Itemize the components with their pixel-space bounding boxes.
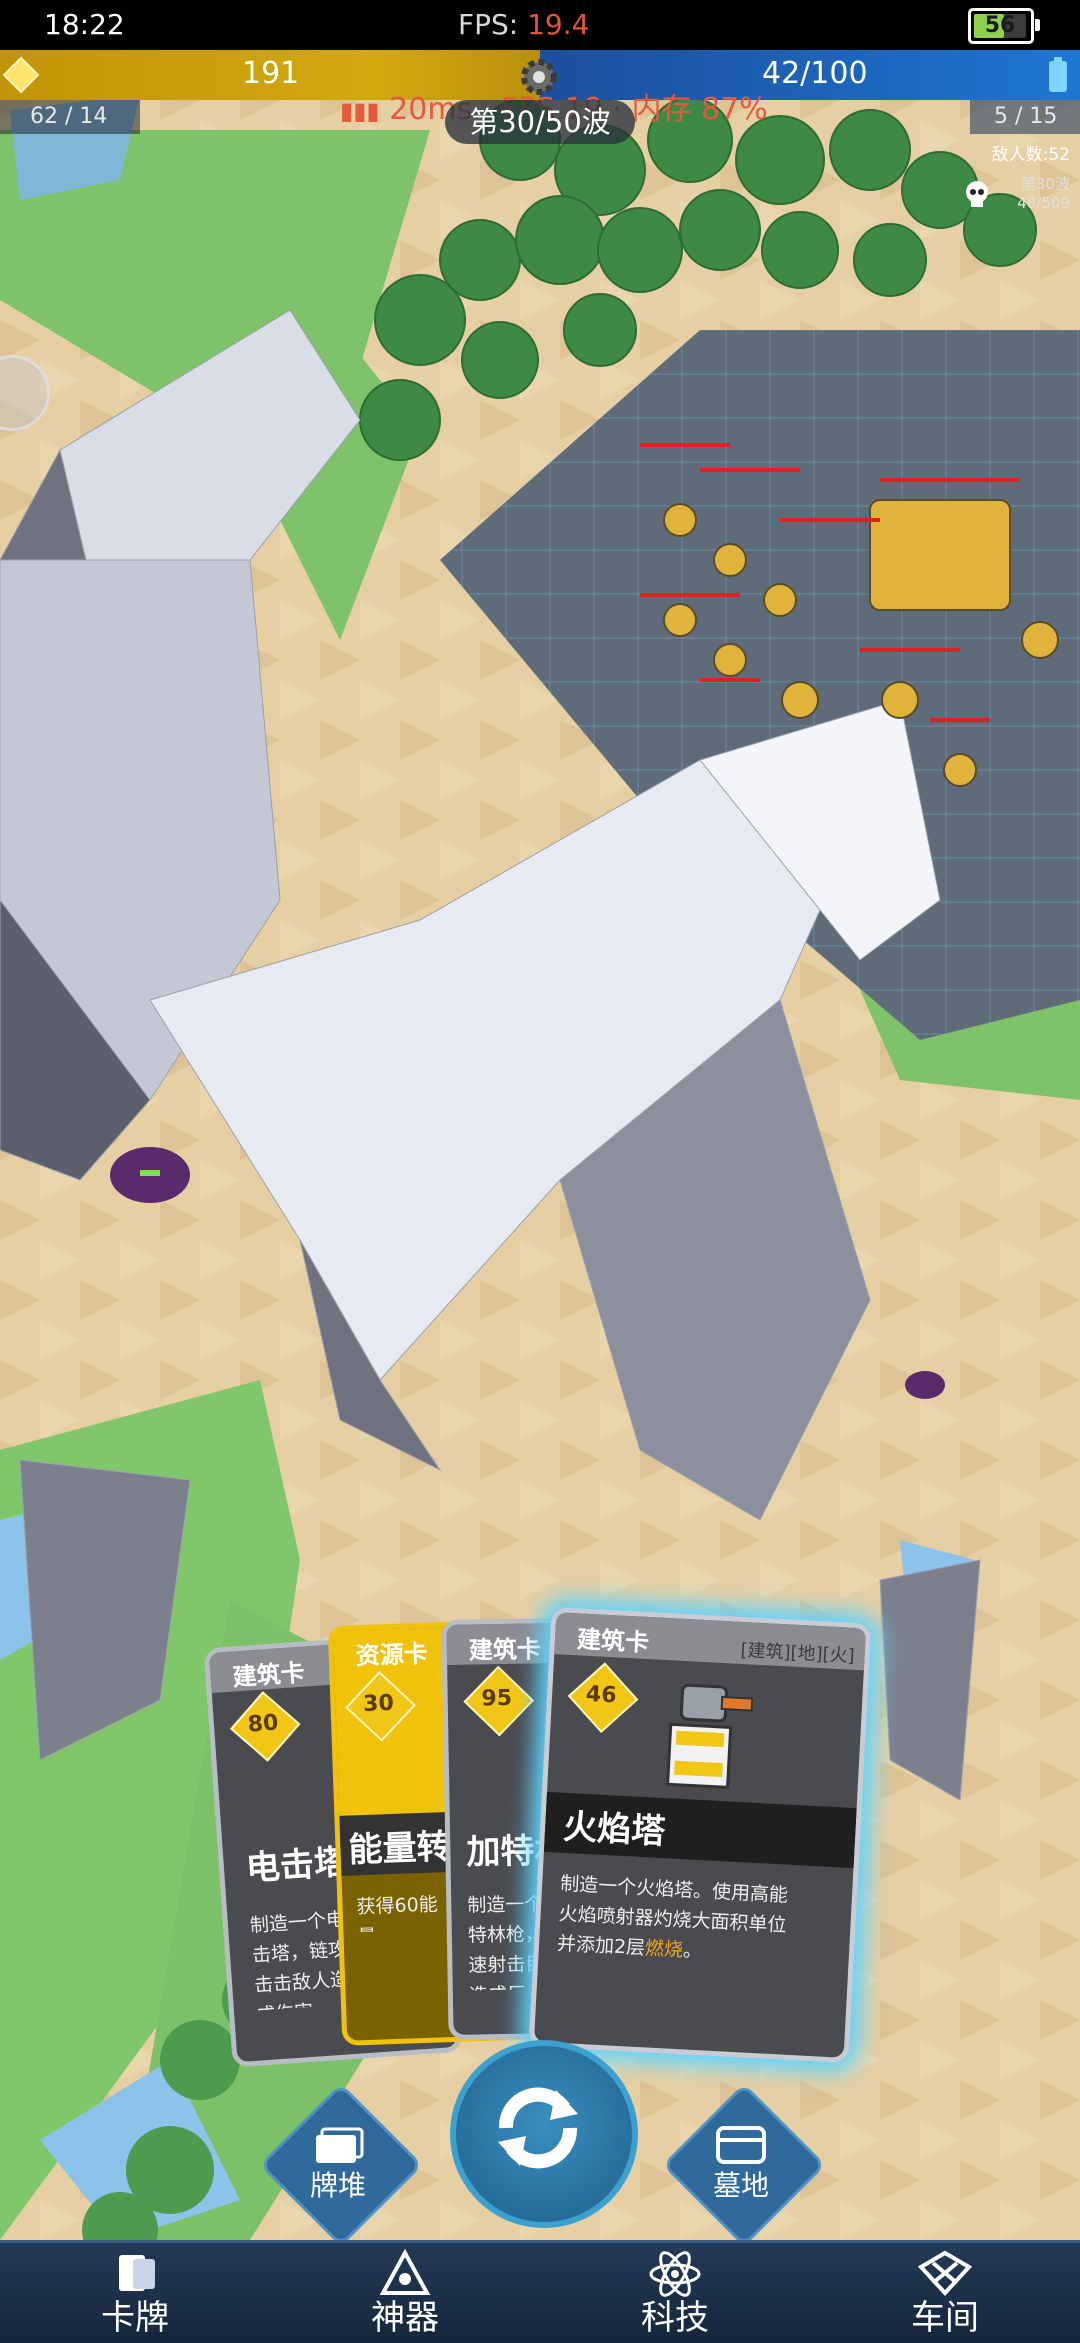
battery-energy-icon [1049, 57, 1067, 92]
skull-icon [966, 181, 988, 207]
enemy-panel: 敌人数:52 第30波 48/509 [962, 140, 1070, 218]
burn-keyword: 燃烧 [644, 1937, 684, 1962]
card-description: 制造一个火焰塔。使用高能 火焰喷射器灼烧大面积单位 并添加2层燃烧。 [556, 1872, 789, 1963]
gold-amount: 191 [242, 56, 300, 91]
card-cost: 46 [585, 1681, 618, 1709]
nav-tech[interactable]: 科技 [585, 2243, 765, 2343]
card-cost: 80 [246, 1710, 280, 1738]
battery-icon: 56 [968, 8, 1040, 44]
tower-counter: 5 / 15 [970, 100, 1080, 134]
card-cost: 95 [481, 1685, 513, 1712]
card-cost: 30 [362, 1690, 395, 1717]
gold-icon [2, 56, 40, 94]
card-flame-tower[interactable]: 建筑卡 [建筑][地][火] 46 火焰塔 制造一个火焰塔。使用高能 火焰喷射器… [528, 1606, 872, 2064]
nav-cards[interactable]: 卡牌 [45, 2243, 225, 2343]
fps-readout: FPS: 19.4 [458, 8, 590, 41]
card-type-label: 建筑卡 [468, 1635, 542, 1665]
refresh-icon [498, 2087, 578, 2169]
wave-indicator: 第30/50波 [445, 100, 635, 144]
flame-tower-icon [666, 1683, 754, 1789]
card-type-label: 建筑卡 [576, 1625, 650, 1658]
energy-amount: 42/100 [762, 56, 868, 91]
settings-gear-icon[interactable] [514, 52, 564, 102]
deck-label: 牌堆 [309, 2169, 366, 2202]
card-type-label: 资源卡 [355, 1639, 429, 1671]
card-description: 获得60能量 [356, 1893, 439, 1932]
clock: 18:22 [44, 8, 125, 41]
status-bar: 18:22 FPS: 19.4 56 [0, 0, 1080, 50]
graveyard-label: 墓地 [712, 2169, 769, 2202]
wallet-icon [716, 2126, 766, 2164]
card-name: 能量转 [347, 1827, 450, 1871]
nav-artifacts[interactable]: 神器 [315, 2243, 495, 2343]
card-name: 火焰塔 [562, 1806, 667, 1853]
enemy-count: 敌人数:52 [991, 145, 1070, 165]
bottom-nav: 卡牌 神器 科技 车间 [0, 2240, 1080, 2343]
card-type-label: 建筑卡 [231, 1658, 306, 1692]
nav-workshop[interactable]: 车间 [855, 2243, 1035, 2343]
battery-level: 56 [984, 13, 1016, 38]
resource-bar: 191 42/100 ▮▮▮ 20ms · FPS 19 · 内存 87% [0, 50, 1080, 127]
population-counter: 62 / 14 [0, 100, 140, 134]
